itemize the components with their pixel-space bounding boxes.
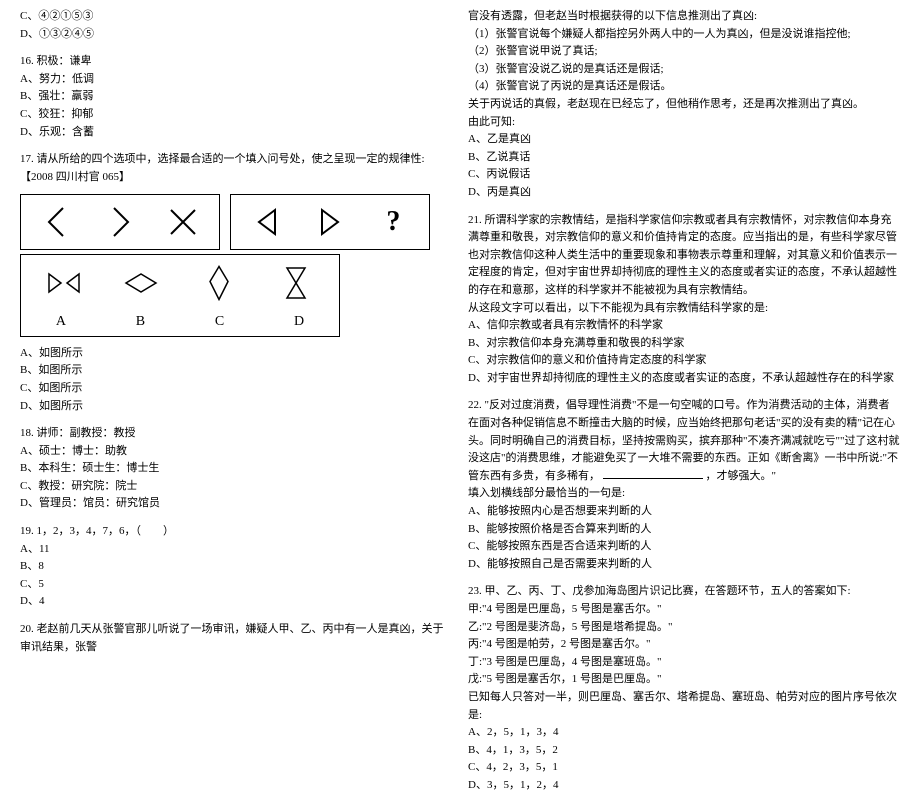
q21-l2: 从这段文字可以看出，以下不能视为具有宗教情结科学家的是:: [468, 300, 900, 318]
q21-stem: 21. 所谓科学家的宗教情结，是指科学家信仰宗教或者具有宗教情怀，对宗教信仰本身…: [468, 212, 900, 300]
shape-right-chevron: [102, 204, 138, 240]
q19-opt-d: D、4: [20, 593, 452, 611]
q18-opt-d: D、管理员：馆员：研究馆员: [20, 495, 452, 513]
q17-opt-c: C、如图所示: [20, 380, 452, 398]
fig-label-a: A: [56, 311, 66, 333]
q21-opt-a: A、信仰宗教或者具有宗教情怀的科学家: [468, 317, 900, 335]
q20-cont-l7: 由此可知:: [468, 114, 900, 132]
q23-opt-b: B、4，1，3，5，2: [468, 742, 900, 760]
q18-opt-c: C、教授：研究院：院士: [20, 478, 452, 496]
shape-opt-c: [201, 265, 237, 301]
shape-opt-d: [278, 265, 314, 301]
q20-opt-d: D、丙是真凶: [468, 184, 900, 202]
q23-l6: 已知每人只答对一半，则巴厘岛、塞舌尔、塔希提岛、塞班岛、帕劳对应的图片序号依次是…: [468, 689, 900, 724]
shape-triangle-right: [312, 204, 348, 240]
q23-l3: 丙:"4 号图是帕劳，2 号图是塞舌尔。": [468, 636, 900, 654]
q23-l5: 戊:"5 号图是塞舌尔，1 号图是巴厘岛。": [468, 671, 900, 689]
fig-box-right: ?: [230, 194, 430, 250]
q19-opt-c: C、5: [20, 576, 452, 594]
q22-opt-d: D、能够按照自己是否需要来判断的人: [468, 556, 900, 574]
q20-cont-l3: （2）张警官说甲说了真话;: [468, 43, 900, 61]
fig-label-c: C: [215, 311, 224, 333]
q22-opt-c: C、能够按照东西是否合适来判断的人: [468, 538, 900, 556]
q19-opt-a: A、11: [20, 541, 452, 559]
q15-opt-c: C、④②①⑤③: [20, 8, 452, 26]
q22-l2: 填入划横线部分最恰当的一句是:: [468, 485, 900, 503]
q23-opt-c: C、4，2，3，5，1: [468, 759, 900, 777]
shape-triangle-left: [249, 204, 285, 240]
q20-cont-l1: 官没有透露，但老赵当时根据获得的以下信息推测出了真凶:: [468, 8, 900, 26]
q22-opt-b: B、能够按照价格是否合算来判断的人: [468, 521, 900, 539]
q17-opt-a: A、如图所示: [20, 345, 452, 363]
q17-opt-b: B、如图所示: [20, 362, 452, 380]
q23-l4: 丁:"3 号图是巴厘岛，4 号图是塞班岛。": [468, 654, 900, 672]
q17-figure: ?: [20, 194, 452, 336]
shape-opt-a: [46, 265, 82, 301]
q23-stem: 23. 甲、乙、丙、丁、戊参加海岛图片识记比赛，在答题环节，五人的答案如下:: [468, 583, 900, 601]
q18-opt-a: A、硕士：博士：助教: [20, 443, 452, 461]
q22-opt-a: A、能够按照内心是否想要来判断的人: [468, 503, 900, 521]
q20-cont-l5: （4）张警官说了丙说的是真话还是假话。: [468, 78, 900, 96]
q20-cont-l6: 关于丙说话的真假，老赵现在已经忘了，但他稍作思考，还是再次推测出了真凶。: [468, 96, 900, 114]
q22-stem: 22. "反对过度消费，倡导理性消费"不是一句空喊的口号。作为消费活动的主体，消…: [468, 397, 900, 485]
shape-x-cross: [165, 204, 201, 240]
fig-label-d: D: [294, 311, 304, 333]
q20-opt-a: A、乙是真凶: [468, 131, 900, 149]
q18-stem: 18. 讲师：副教授：教授: [20, 425, 452, 443]
q17-opt-d: D、如图所示: [20, 398, 452, 416]
q21-opt-c: C、对宗教信仰的意义和价值持肯定态度的科学家: [468, 352, 900, 370]
q20-cont-l4: （3）张警官没说乙说的是真话还是假话;: [468, 61, 900, 79]
q19-opt-b: B、8: [20, 558, 452, 576]
shape-question: ?: [375, 204, 411, 240]
q21-opt-b: B、对宗教信仰本身充满尊重和敬畏的科学家: [468, 335, 900, 353]
q20-opt-b: B、乙说真话: [468, 149, 900, 167]
q23-l2: 乙:"2 号图是斐济岛，5 号图是塔希提岛。": [468, 619, 900, 637]
q16-opt-b: B、强壮：羸弱: [20, 88, 452, 106]
q15-opt-d: D、①③②④⑤: [20, 26, 452, 44]
q20-cont-l2: （1）张警官说每个嫌疑人都指控另外两人中的一人为真凶，但是没说谁指控他;: [468, 26, 900, 44]
q18-opt-b: B、本科生：硕士生：博士生: [20, 460, 452, 478]
q19-stem: 19. 1，2，3，4，7，6，（ ）: [20, 523, 452, 541]
fig-options-box: A B C D: [20, 254, 340, 336]
shape-opt-b: [123, 265, 159, 301]
q16-opt-a: A、努力：低调: [20, 71, 452, 89]
fig-box-left: [20, 194, 220, 250]
q23-l1: 甲:"4 号图是巴厘岛，5 号图是塞舌尔。": [468, 601, 900, 619]
q16-stem: 16. 积极：谦卑: [20, 53, 452, 71]
shape-left-chevron: [39, 204, 75, 240]
q22-blank: [603, 478, 703, 479]
fig-label-b: B: [136, 311, 145, 333]
q16-opt-d: D、乐观：含蓄: [20, 124, 452, 142]
q16-opt-c: C、狡狂：抑郁: [20, 106, 452, 124]
q23-opt-d: D、3，5，1，2，4: [468, 777, 900, 795]
q23-opt-a: A、2，5，1，3，4: [468, 724, 900, 742]
q21-opt-d: D、对宇宙世界却持彻底的理性主义的态度或者实证的态度，不承认超越性存在的科学家: [468, 370, 900, 388]
q17-stem: 17. 请从所给的四个选项中，选择最合适的一个填入问号处，使之呈现一定的规律性:…: [20, 151, 452, 186]
q20-opt-c: C、丙说假话: [468, 166, 900, 184]
